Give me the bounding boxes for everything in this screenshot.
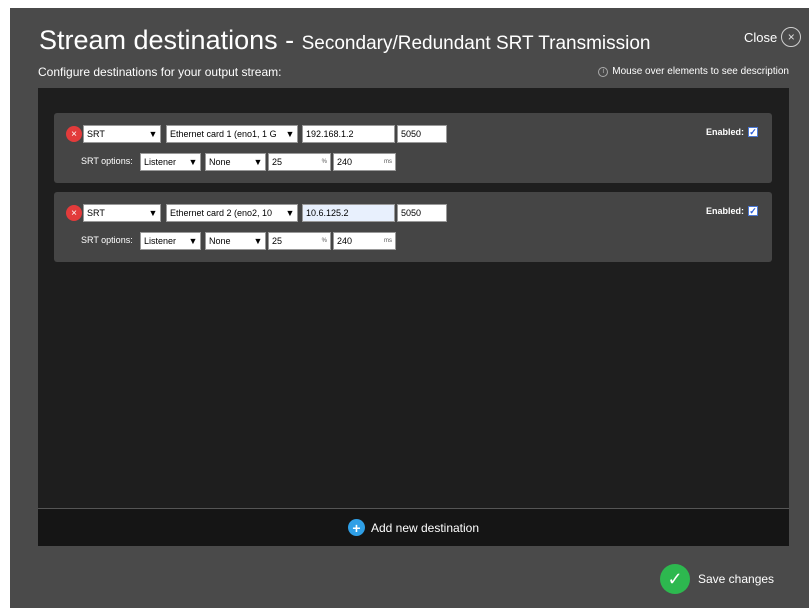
- chevron-down-icon: ▼: [148, 129, 158, 139]
- port-input[interactable]: 5050: [397, 125, 447, 143]
- add-destination-button[interactable]: + Add new destination: [38, 508, 789, 546]
- enabled-label: Enabled:: [705, 206, 744, 216]
- chevron-down-icon: ▼: [285, 208, 295, 218]
- protocol-select[interactable]: SRT ▼: [83, 204, 161, 222]
- hint-label: Mouse over elements to see description: [612, 66, 789, 77]
- enabled-toggle: Enabled: ✓: [706, 127, 758, 137]
- latency-value: 240: [337, 157, 353, 167]
- protocol-value: SRT: [87, 129, 105, 139]
- srt-mode-select[interactable]: Listener ▼: [140, 232, 201, 250]
- dialog-title-main: Stream destinations -: [39, 25, 302, 55]
- enabled-checkbox[interactable]: ✓: [748, 206, 758, 216]
- info-icon: i: [598, 66, 609, 77]
- close-label: Close: [744, 29, 778, 45]
- checkmark-icon: ✓: [660, 564, 690, 594]
- overhead-value: 25: [272, 157, 283, 167]
- remove-destination-icon[interactable]: ×: [66, 205, 82, 221]
- hint-text: i Mouse over elements to see description: [598, 66, 789, 77]
- overhead-unit: %: [321, 159, 327, 165]
- latency-value: 240: [337, 236, 353, 246]
- save-changes-label: Save changes: [698, 572, 775, 586]
- add-destination-label: Add new destination: [370, 520, 480, 535]
- destinations-panel: × SRT ▼ Ethernet card 1 (eno1, 1 G ▼ 192…: [38, 88, 789, 508]
- srt-mode-value: Listener: [144, 157, 177, 167]
- overhead-input[interactable]: 25 %: [268, 232, 331, 250]
- interface-value: Ethernet card 1 (eno1, 1 G: [170, 129, 277, 139]
- interface-value: Ethernet card 2 (eno2, 10: [170, 208, 273, 218]
- overhead-input[interactable]: 25 %: [268, 153, 331, 171]
- close-button[interactable]: Close ×: [744, 25, 802, 49]
- encryption-select[interactable]: None ▼: [205, 232, 266, 250]
- enabled-checkbox[interactable]: ✓: [748, 127, 758, 137]
- port-input[interactable]: 5050: [397, 204, 447, 222]
- interface-select[interactable]: Ethernet card 2 (eno2, 10 ▼: [166, 204, 298, 222]
- save-changes-button[interactable]: ✓ Save changes: [660, 564, 774, 594]
- enabled-label: Enabled:: [705, 127, 744, 137]
- chevron-down-icon: ▼: [188, 157, 198, 167]
- overhead-unit: %: [321, 238, 327, 244]
- srt-mode-select[interactable]: Listener ▼: [140, 153, 201, 171]
- encryption-select[interactable]: None ▼: [205, 153, 266, 171]
- interface-select[interactable]: Ethernet card 1 (eno1, 1 G ▼: [166, 125, 298, 143]
- overhead-value: 25: [272, 236, 283, 246]
- latency-input[interactable]: 240 ms: [333, 153, 396, 171]
- close-icon[interactable]: ×: [781, 27, 802, 47]
- latency-unit: ms: [384, 238, 392, 244]
- chevron-down-icon: ▼: [285, 129, 295, 139]
- chevron-down-icon: ▼: [188, 236, 198, 246]
- srt-options-label: SRT options:: [81, 156, 133, 166]
- latency-unit: ms: [384, 159, 392, 165]
- chevron-down-icon: ▼: [253, 157, 263, 167]
- encryption-value: None: [209, 236, 231, 246]
- chevron-down-icon: ▼: [253, 236, 263, 246]
- srt-mode-value: Listener: [144, 236, 177, 246]
- dialog-title: Stream destinations - Secondary/Redundan…: [39, 25, 651, 56]
- protocol-value: SRT: [87, 208, 105, 218]
- enabled-toggle: Enabled: ✓: [706, 206, 758, 216]
- srt-options-label: SRT options:: [81, 235, 133, 245]
- latency-input[interactable]: 240 ms: [333, 232, 396, 250]
- dialog-title-sub: Secondary/Redundant SRT Transmission: [301, 33, 651, 54]
- ip-address-input[interactable]: 10.6.125.2: [302, 204, 395, 222]
- protocol-select[interactable]: SRT ▼: [83, 125, 161, 143]
- dialog-subtitle: Configure destinations for your output s…: [38, 65, 282, 79]
- remove-destination-icon[interactable]: ×: [66, 126, 82, 142]
- destination-row: × SRT ▼ Ethernet card 2 (eno2, 10 ▼ 10.6…: [54, 192, 772, 262]
- plus-icon: +: [347, 519, 365, 536]
- stream-destinations-dialog: Stream destinations - Secondary/Redundan…: [10, 8, 809, 608]
- destination-row: × SRT ▼ Ethernet card 1 (eno1, 1 G ▼ 192…: [54, 113, 772, 183]
- encryption-value: None: [209, 157, 231, 167]
- chevron-down-icon: ▼: [148, 208, 158, 218]
- ip-address-input[interactable]: 192.168.1.2: [302, 125, 395, 143]
